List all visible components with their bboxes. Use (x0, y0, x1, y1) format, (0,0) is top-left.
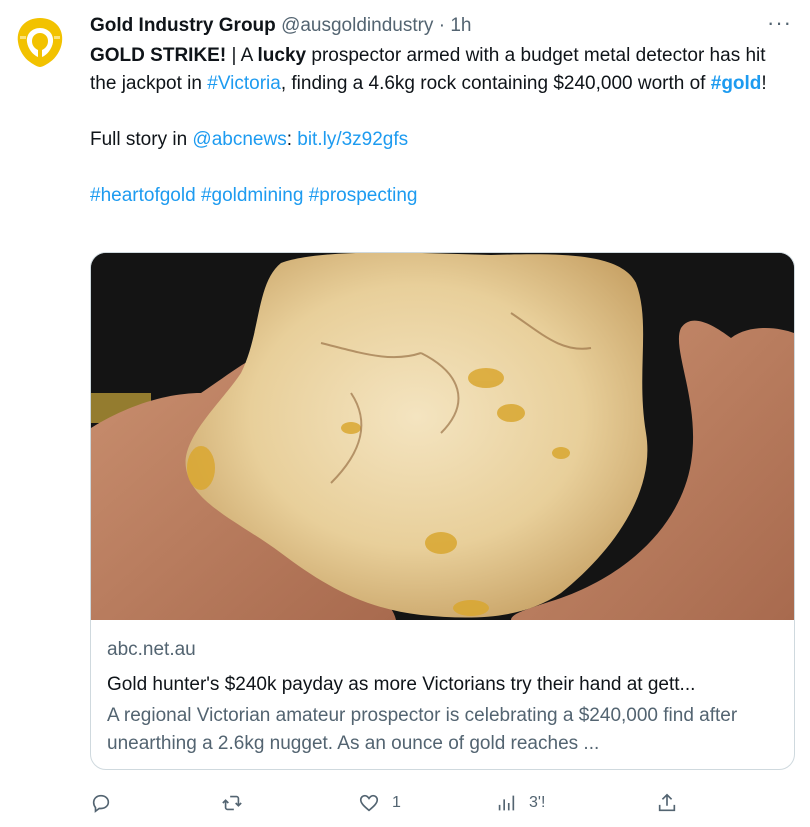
retweet-button[interactable] (221, 788, 255, 818)
link-preview-card[interactable]: abc.net.au Gold hunter's $240k payday as… (90, 252, 795, 770)
tweet-actions: 1 3'! (90, 788, 790, 818)
tweet-text: GOLD STRIKE! | A lucky prospector armed … (90, 42, 795, 210)
reply-button[interactable] (90, 788, 124, 818)
avatar[interactable] (12, 14, 68, 70)
retweet-icon (222, 795, 242, 811)
tweet-text-segment: ! (761, 73, 767, 94)
timestamp[interactable]: 1h (450, 15, 471, 36)
hashtag-gold[interactable]: #gold (711, 73, 762, 94)
hashtag-line: #heartofgold #goldmining #prospecting (90, 182, 795, 210)
gold-rock-image[interactable] (91, 253, 794, 620)
author-handle[interactable]: @ausgoldindustry (281, 15, 433, 36)
tweet-text-bold: GOLD STRIKE! (90, 45, 227, 66)
views-icon (498, 795, 515, 811)
hashtag-prospecting[interactable]: #prospecting (309, 185, 418, 206)
author-name[interactable]: Gold Industry Group (90, 15, 276, 36)
card-description: A regional Victorian amateur prospector … (107, 705, 738, 754)
like-icon (359, 794, 379, 812)
tweet-header: Gold Industry Group @ausgoldindustry · 1… (90, 12, 471, 40)
like-button[interactable]: 1 (358, 788, 401, 818)
tweet-text-bold: lucky (257, 45, 307, 66)
short-link[interactable]: bit.ly/3z92gfs (297, 129, 408, 150)
share-button[interactable] (656, 788, 690, 818)
story-colon: : (286, 129, 298, 150)
views-button[interactable]: 3'! (495, 788, 545, 818)
more-options-icon[interactable]: ··· (767, 10, 792, 36)
reply-icon (92, 794, 110, 813)
like-count: 1 (392, 794, 401, 811)
card-title: Gold hunter's $240k payday as more Victo… (107, 674, 696, 695)
tweet-text-segment: | A (226, 45, 258, 66)
hashtag-heartofgold[interactable]: #heartofgold (90, 185, 196, 206)
mention-abcnews[interactable]: @abcnews (192, 129, 286, 150)
card-domain: abc.net.au (107, 639, 196, 660)
hashtag-goldmining[interactable]: #goldmining (201, 185, 303, 206)
tweet-paragraph: GOLD STRIKE! | A lucky prospector armed … (90, 42, 795, 98)
share-icon (658, 793, 676, 812)
tweet-text-segment: , finding a 4.6kg rock containing $240,0… (280, 73, 711, 94)
separator-dot: · (438, 15, 446, 36)
story-line: Full story in @abcnews: bit.ly/3z92gfs (90, 126, 795, 154)
gold-ring-logo-icon (12, 14, 68, 70)
hashtag-victoria[interactable]: #Victoria (207, 73, 281, 94)
story-prefix: Full story in (90, 129, 193, 150)
views-count: 3'! (529, 794, 546, 811)
